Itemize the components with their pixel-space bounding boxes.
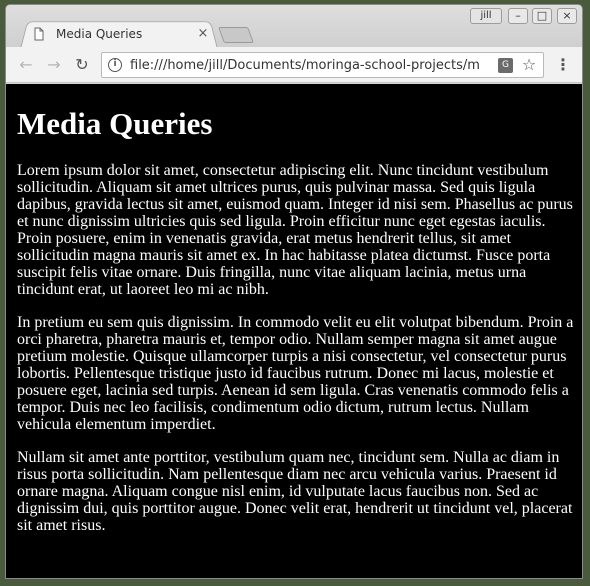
profile-badge[interactable]: jill <box>470 8 502 24</box>
new-tab-button[interactable] <box>218 27 254 43</box>
browser-toolbar: ← → ↻ i file:///home/jill/Documents/mori… <box>6 47 582 83</box>
reload-button[interactable]: ↻ <box>72 55 92 75</box>
paragraph: Lorem ipsum dolor sit amet, consectetur … <box>17 162 573 298</box>
browser-menu-button[interactable]: ⋮ <box>555 55 571 75</box>
forward-button[interactable]: → <box>44 55 64 75</box>
close-window-button[interactable]: × <box>557 8 577 24</box>
tab-content[interactable]: Media Queries × <box>28 20 214 48</box>
translate-icon[interactable]: G <box>498 57 513 73</box>
paragraph: In pretium eu sem quis dignissim. In com… <box>17 314 574 433</box>
browser-window: Media Queries × jill – □ × ← → ↻ i file:… <box>5 4 583 579</box>
bookmark-star-icon[interactable]: ☆ <box>521 57 537 73</box>
maximize-button[interactable]: □ <box>532 8 552 24</box>
minimize-button[interactable]: – <box>508 8 528 24</box>
tab-close-icon[interactable]: × <box>196 27 210 41</box>
url-text[interactable]: file:///home/jill/Documents/moringa-scho… <box>130 58 494 73</box>
document-icon <box>32 27 46 41</box>
back-button[interactable]: ← <box>16 55 36 75</box>
page-heading: Media Queries <box>17 106 213 141</box>
address-bar[interactable]: i file:///home/jill/Documents/moringa-sc… <box>101 52 544 78</box>
title-bar: Media Queries × jill – □ × <box>6 5 582 49</box>
info-icon[interactable]: i <box>108 58 122 72</box>
page-viewport: Media Queries Lorem ipsum dolor sit amet… <box>6 84 582 578</box>
tab-title: Media Queries <box>56 27 143 41</box>
paragraph: Nullam sit amet ante porttitor, vestibul… <box>17 449 573 534</box>
